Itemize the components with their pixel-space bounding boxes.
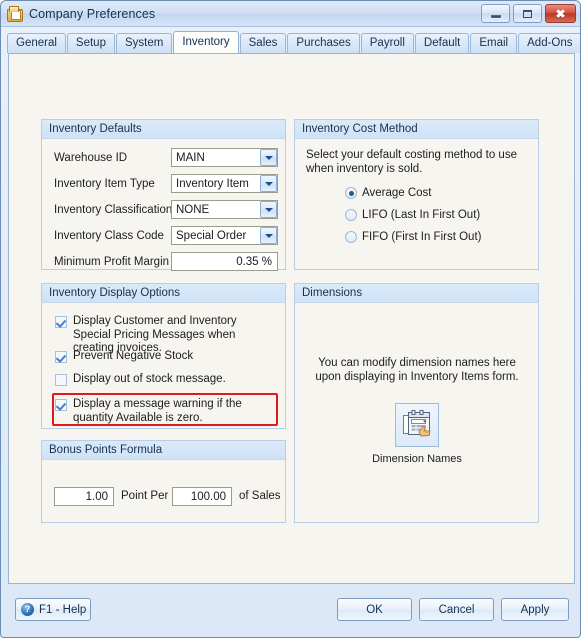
minimize-icon bbox=[490, 14, 501, 18]
window-controls: ✖ bbox=[481, 4, 576, 23]
warehouse-id-value: MAIN bbox=[176, 151, 205, 164]
inventory-item-type-dropdown[interactable]: Inventory Item bbox=[171, 174, 278, 193]
tab-purchases[interactable]: Purchases bbox=[287, 33, 360, 53]
tab-system[interactable]: System bbox=[115, 33, 173, 53]
point-per-label: Point Per bbox=[121, 490, 169, 502]
checkbox-indicator bbox=[55, 351, 67, 363]
apply-button[interactable]: Apply bbox=[501, 598, 569, 621]
close-button[interactable]: ✖ bbox=[545, 4, 576, 23]
radio-indicator bbox=[345, 209, 357, 221]
inventory-classification-value: NONE bbox=[176, 203, 210, 216]
checkbox-indicator bbox=[55, 374, 67, 386]
inventory-cost-method-title: Inventory Cost Method bbox=[295, 120, 538, 139]
radio-average-cost[interactable]: Average Cost bbox=[345, 187, 431, 199]
radio-average-cost-label: Average Cost bbox=[362, 187, 432, 199]
question-circle-icon: ? bbox=[21, 603, 34, 616]
inventory-item-type-label: Inventory Item Type bbox=[54, 178, 155, 190]
close-icon: ✖ bbox=[555, 6, 566, 21]
inventory-display-options-title: Inventory Display Options bbox=[42, 284, 285, 303]
of-sales-label: of Sales bbox=[239, 490, 281, 502]
inventory-classification-label: Inventory Classification bbox=[54, 204, 173, 216]
radio-lifo[interactable]: LIFO (Last In First Out) bbox=[345, 209, 480, 221]
radio-fifo[interactable]: FIFO (First In First Out) bbox=[345, 231, 481, 243]
bonus-points-formula-group: Bonus Points Formula 1.00 Point Per 100.… bbox=[41, 440, 286, 523]
folder-document-icon bbox=[6, 5, 23, 22]
dimensions-title: Dimensions bbox=[295, 284, 538, 303]
chevron-down-icon[interactable] bbox=[260, 175, 277, 192]
dimensions-description: You can modify dimension names here upon… bbox=[315, 357, 519, 383]
title-bar: Company Preferences ✖ bbox=[1, 1, 580, 27]
tab-addons[interactable]: Add-Ons bbox=[518, 33, 580, 53]
checkbox-prevent-negative-stock-label: Prevent Negative Stock bbox=[73, 350, 194, 362]
radio-lifo-label: LIFO (Last In First Out) bbox=[362, 209, 481, 221]
inventory-defaults-title: Inventory Defaults bbox=[42, 120, 285, 139]
checkbox-indicator bbox=[55, 399, 67, 411]
help-button-label: F1 - Help bbox=[39, 603, 87, 616]
checkbox-out-of-stock-message-label: Display out of stock message. bbox=[73, 373, 226, 385]
chevron-down-icon[interactable] bbox=[260, 201, 277, 218]
window-title: Company Preferences bbox=[29, 6, 156, 21]
inventory-item-type-value: Inventory Item bbox=[176, 177, 249, 190]
inventory-tab-panel: Inventory Defaults Warehouse ID MAIN Inv… bbox=[8, 53, 575, 584]
maximize-button[interactable] bbox=[513, 4, 542, 23]
tab-general[interactable]: General bbox=[7, 33, 66, 53]
minimum-profit-margin-label: Minimum Profit Margin bbox=[54, 256, 170, 268]
chevron-down-icon[interactable] bbox=[260, 227, 277, 244]
minimize-button[interactable] bbox=[481, 4, 510, 23]
warehouse-id-label: Warehouse ID bbox=[54, 152, 128, 164]
cost-method-description: Select your default costing method to us… bbox=[306, 149, 517, 175]
dialog-footer: ? F1 - Help OK Cancel Apply bbox=[1, 585, 580, 637]
inventory-classification-dropdown[interactable]: NONE bbox=[171, 200, 278, 219]
checkbox-prevent-negative-stock[interactable]: Prevent Negative Stock bbox=[55, 350, 277, 364]
maximize-icon bbox=[523, 9, 532, 18]
bonus-points-amount-input[interactable]: 100.00 bbox=[172, 487, 232, 506]
tab-strip: General Setup System Inventory Sales Pur… bbox=[7, 31, 580, 53]
tab-payroll[interactable]: Payroll bbox=[360, 33, 414, 53]
tab-inventory[interactable]: Inventory bbox=[173, 31, 239, 53]
warehouse-id-dropdown[interactable]: MAIN bbox=[171, 148, 278, 167]
dimension-names-caption: Dimension Names bbox=[372, 453, 462, 465]
checkbox-indicator bbox=[55, 316, 67, 328]
inventory-display-options-group: Inventory Display Options Display Custom… bbox=[41, 283, 286, 429]
ok-button[interactable]: OK bbox=[337, 598, 412, 621]
help-button[interactable]: ? F1 - Help bbox=[15, 598, 91, 621]
tab-sales[interactable]: Sales bbox=[239, 33, 287, 53]
radio-fifo-label: FIFO (First In First Out) bbox=[362, 231, 482, 243]
dimensions-group: Dimensions You can modify dimension name… bbox=[294, 283, 539, 523]
minimum-profit-margin-input[interactable]: 0.35 % bbox=[171, 252, 278, 271]
chevron-down-icon[interactable] bbox=[260, 149, 277, 166]
tab-setup[interactable]: Setup bbox=[66, 33, 115, 53]
tab-email[interactable]: Email bbox=[470, 33, 518, 53]
tab-default[interactable]: Default bbox=[414, 33, 470, 53]
bonus-points-value-input[interactable]: 1.00 bbox=[54, 487, 114, 506]
cancel-button[interactable]: Cancel bbox=[419, 598, 494, 621]
inventory-defaults-group: Inventory Defaults Warehouse ID MAIN Inv… bbox=[41, 119, 286, 271]
radio-indicator bbox=[345, 231, 357, 243]
dimension-names-form-icon bbox=[403, 410, 431, 437]
checkbox-quantity-available-zero-warning[interactable]: Display a message warning if the quantit… bbox=[55, 398, 273, 425]
checkbox-out-of-stock-message[interactable]: Display out of stock message. bbox=[55, 373, 277, 387]
inventory-cost-method-group: Inventory Cost Method Select your defaul… bbox=[294, 119, 539, 270]
inventory-class-code-dropdown[interactable]: Special Order bbox=[171, 226, 278, 245]
radio-indicator bbox=[345, 187, 357, 199]
bonus-points-formula-title: Bonus Points Formula bbox=[42, 441, 285, 460]
company-preferences-window: Company Preferences ✖ General Setup Syst… bbox=[0, 0, 581, 638]
dimension-names-button[interactable] bbox=[395, 403, 439, 447]
inventory-class-code-value: Special Order bbox=[176, 229, 247, 242]
inventory-class-code-label: Inventory Class Code bbox=[54, 230, 164, 242]
checkbox-quantity-available-zero-warning-label: Display a message warning if the quantit… bbox=[73, 398, 242, 424]
